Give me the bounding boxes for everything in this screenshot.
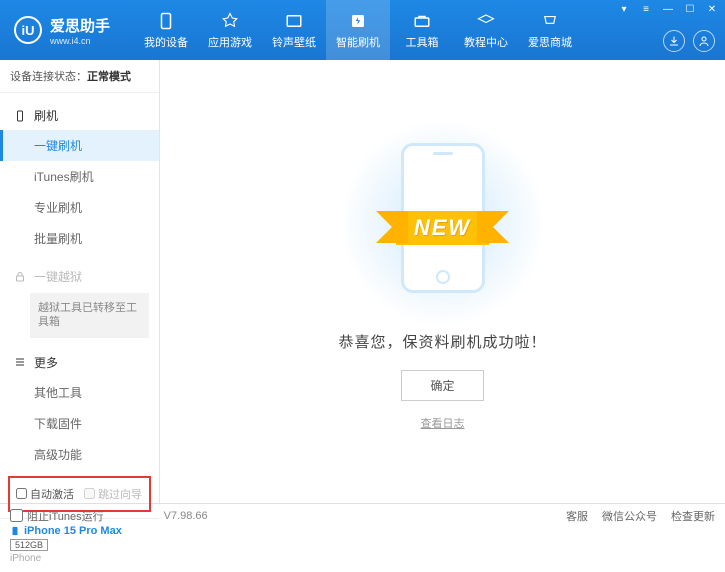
sidebar-item-firmware[interactable]: 下载固件	[0, 408, 159, 439]
ok-button[interactable]: 确定	[401, 370, 483, 401]
checkbox-auto-activate[interactable]: 自动激活	[16, 486, 74, 502]
nav-apps[interactable]: 应用游戏	[198, 0, 262, 60]
view-log-link[interactable]: 查看日志	[421, 415, 465, 431]
success-graphic: NEW	[363, 133, 523, 313]
image-icon	[284, 11, 304, 31]
window-controls: ▾ ≡ — ☐ ✕	[617, 4, 719, 15]
version-label: V7.98.66	[164, 510, 208, 522]
section-jailbreak: 一键越狱	[0, 262, 159, 291]
menu-icon[interactable]: ▾	[617, 4, 631, 15]
nav-flash[interactable]: 智能刷机	[326, 0, 390, 60]
jailbreak-note: 越狱工具已转移至工具箱	[30, 293, 149, 338]
sidebar-item-other[interactable]: 其他工具	[0, 377, 159, 408]
sidebar-item-batch[interactable]: 批量刷机	[0, 223, 159, 254]
options-highlighted: 自动激活 跳过向导	[8, 476, 151, 512]
sidebar-item-oneclick[interactable]: 一键刷机	[0, 130, 159, 161]
sidebar-item-itunes[interactable]: iTunes刷机	[0, 161, 159, 192]
footer-update[interactable]: 检查更新	[671, 508, 715, 524]
settings-icon[interactable]: ≡	[639, 4, 653, 15]
minimize-icon[interactable]: —	[661, 4, 675, 15]
nav-store[interactable]: 爱思商城	[518, 0, 582, 60]
phone-icon	[156, 11, 176, 31]
close-icon[interactable]: ✕	[705, 4, 719, 15]
nav-tutorial[interactable]: 教程中心	[454, 0, 518, 60]
checkbox-block-itunes[interactable]: 阻止iTunes运行	[10, 508, 104, 524]
device-icon	[10, 525, 20, 537]
main-content: NEW 恭喜您，保资料刷机成功啦！ 确定 查看日志	[160, 60, 725, 503]
device-type: iPhone	[10, 553, 149, 564]
phone-small-icon	[14, 110, 28, 122]
brand-title: 爱思助手	[50, 15, 110, 36]
success-message: 恭喜您，保资料刷机成功啦！	[338, 331, 546, 352]
storage-badge: 512GB	[10, 539, 48, 551]
nav-ringtone[interactable]: 铃声壁纸	[262, 0, 326, 60]
sidebar-item-pro[interactable]: 专业刷机	[0, 192, 159, 223]
nav-toolbox[interactable]: 工具箱	[390, 0, 454, 60]
maximize-icon[interactable]: ☐	[683, 4, 697, 15]
flash-icon	[348, 11, 368, 31]
list-icon	[14, 356, 28, 368]
download-icon[interactable]	[663, 30, 685, 52]
lock-icon	[14, 271, 28, 283]
sidebar: 设备连接状态：正常模式 刷机 一键刷机 iTunes刷机 专业刷机 批量刷机 一…	[0, 60, 160, 503]
section-flash[interactable]: 刷机	[0, 101, 159, 130]
new-ribbon: NEW	[396, 211, 489, 245]
user-icon[interactable]	[693, 30, 715, 52]
section-more[interactable]: 更多	[0, 348, 159, 377]
top-nav: 我的设备 应用游戏 铃声壁纸 智能刷机 工具箱 教程中心 爱思商城	[134, 0, 582, 60]
graduation-icon	[476, 11, 496, 31]
checkbox-skip-guide[interactable]: 跳过向导	[84, 486, 142, 502]
footer-wechat[interactable]: 微信公众号	[602, 508, 657, 524]
nav-device[interactable]: 我的设备	[134, 0, 198, 60]
footer-support[interactable]: 客服	[566, 508, 588, 524]
app-icon	[220, 11, 240, 31]
device-info[interactable]: iPhone 15 Pro Max 512GB iPhone	[0, 518, 159, 572]
brand: iU 爱思助手 www.i4.cn	[0, 15, 124, 46]
toolbox-icon	[412, 11, 432, 31]
cart-icon	[540, 11, 560, 31]
sidebar-item-advanced[interactable]: 高级功能	[0, 439, 159, 470]
brand-url: www.i4.cn	[50, 36, 110, 46]
connection-status: 设备连接状态：正常模式	[0, 60, 159, 93]
brand-logo-icon: iU	[14, 16, 42, 44]
